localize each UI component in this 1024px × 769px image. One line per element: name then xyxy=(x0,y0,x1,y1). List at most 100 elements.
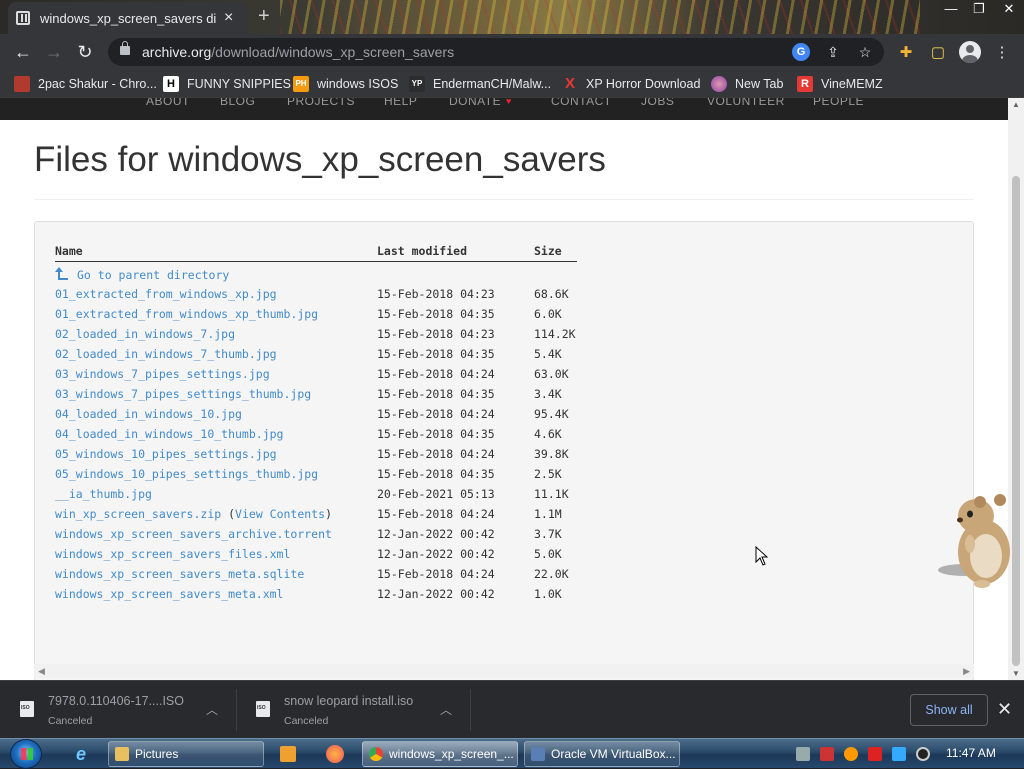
file-link[interactable]: 05_windows_10_pipes_settings.jpg xyxy=(55,447,277,461)
file-link[interactable]: windows_xp_screen_savers_files.xml xyxy=(55,547,290,561)
nav-jobs[interactable]: JOBS xyxy=(641,98,674,108)
taskbar-button-pictures[interactable]: Pictures xyxy=(108,741,264,767)
scroll-down-icon[interactable]: ▼ xyxy=(1012,669,1020,678)
bookmark-endermanch[interactable]: YP EndermanCH/Malw... xyxy=(409,74,551,94)
share-icon[interactable]: ⇪ xyxy=(824,43,842,61)
nav-contact[interactable]: CONTACT xyxy=(551,98,612,108)
media-player-icon[interactable] xyxy=(280,746,296,762)
file-link[interactable]: 03_windows_7_pipes_settings.jpg xyxy=(55,367,270,381)
tray-icon[interactable] xyxy=(820,747,834,761)
tab-strip: windows_xp_screen_savers directory × + —… xyxy=(0,0,1024,34)
scroll-left-icon[interactable]: ◀ xyxy=(38,666,45,677)
tab-close-icon[interactable]: × xyxy=(224,9,233,27)
file-link[interactable]: windows_xp_screen_savers_meta.xml xyxy=(55,587,283,601)
nav-about[interactable]: ABOUT xyxy=(146,98,190,108)
bookmark-new-tab[interactable]: New Tab xyxy=(711,74,783,94)
menu-kebab-icon[interactable]: ⋮ xyxy=(992,43,1012,63)
tray-icon[interactable] xyxy=(844,747,858,761)
column-modified-header[interactable]: Last modified xyxy=(377,244,467,258)
flag-icon[interactable] xyxy=(868,747,882,761)
site-top-nav: ABOUT BLOG PROJECTS HELP DONATE ♥ CONTAC… xyxy=(0,98,1008,120)
download-item[interactable]: 7978.0.110406-17....ISO Canceled ︿ xyxy=(0,681,236,739)
file-modified-cell: 12-Jan-2022 00:42 xyxy=(377,547,495,561)
app-icon[interactable] xyxy=(326,745,344,763)
scrollbar-thumb[interactable] xyxy=(1012,176,1020,666)
nav-volunteer[interactable]: VOLUNTEER xyxy=(707,98,785,108)
restore-icon[interactable]: ❐ xyxy=(964,0,994,20)
bookmark-vinememz[interactable]: R VineMEMZ xyxy=(797,74,883,94)
close-downloads-bar-icon[interactable]: ✕ xyxy=(997,699,1012,720)
show-all-downloads-button[interactable]: Show all xyxy=(910,694,988,726)
profile-avatar-icon[interactable] xyxy=(959,41,981,63)
minimize-icon[interactable]: — xyxy=(936,0,966,20)
google-lens-icon[interactable]: G xyxy=(792,43,810,61)
file-modified-cell: 15-Feb-2018 04:23 xyxy=(377,287,495,301)
tab-active[interactable]: windows_xp_screen_savers directory × xyxy=(8,2,248,34)
file-name-cell: win_xp_screen_savers.zip (View Contents) xyxy=(55,507,332,521)
nav-projects[interactable]: PROJECTS xyxy=(287,98,355,108)
tray-icon[interactable] xyxy=(796,747,810,761)
bookmarks-bar: 2pac Shakur - Chro... H FUNNY SNIPPIES P… xyxy=(0,70,1024,98)
scroll-up-icon[interactable]: ▲ xyxy=(1012,100,1020,109)
file-row: windows_xp_screen_savers_meta.sqlite 15-F… xyxy=(55,564,577,584)
download-item[interactable]: snow leopard install.iso Canceled ︿ xyxy=(236,681,470,739)
nav-donate[interactable]: DONATE xyxy=(449,98,501,108)
file-modified-cell: 15-Feb-2018 04:23 xyxy=(377,327,495,341)
parent-directory-link[interactable]: Go to parent directory xyxy=(77,268,229,282)
file-link[interactable]: 02_loaded_in_windows_7.jpg xyxy=(55,327,235,341)
bookmark-funny-snippies[interactable]: H FUNNY SNIPPIES xyxy=(163,74,291,94)
file-link[interactable]: 05_windows_10_pipes_settings_thumb.jpg xyxy=(55,467,318,481)
taskbar-button-virtualbox[interactable]: Oracle VM VirtualBox... xyxy=(524,741,680,767)
taskbar-button-chrome[interactable]: windows_xp_screen_... xyxy=(362,741,518,767)
file-link[interactable]: __ia_thumb.jpg xyxy=(55,487,152,501)
view-contents-link[interactable]: View Contents xyxy=(235,507,325,521)
close-window-icon[interactable]: ✕ xyxy=(994,0,1024,20)
column-size-header[interactable]: Size xyxy=(534,244,562,258)
file-link[interactable]: win_xp_screen_savers.zip xyxy=(55,507,221,521)
taskbar-clock[interactable]: 11:47 AM xyxy=(946,746,996,760)
file-link[interactable]: 03_windows_7_pipes_settings_thumb.jpg xyxy=(55,387,311,401)
address-bar[interactable]: archive.org/download/windows_xp_screen_s… xyxy=(108,38,884,66)
volume-icon[interactable] xyxy=(916,747,930,761)
internet-explorer-icon[interactable]: e xyxy=(70,744,92,764)
nav-blog[interactable]: BLOG xyxy=(220,98,255,108)
start-button[interactable] xyxy=(10,739,42,769)
bookmark-windows-isos[interactable]: PH windows ISOS xyxy=(293,74,398,94)
nav-help[interactable]: HELP xyxy=(384,98,417,108)
scroll-right-icon[interactable]: ▶ xyxy=(963,666,970,677)
file-link[interactable]: windows_xp_screen_savers_archive.torrent xyxy=(55,527,332,541)
reload-icon[interactable]: ↻ xyxy=(74,42,96,64)
network-icon[interactable] xyxy=(892,747,906,761)
file-link[interactable]: windows_xp_screen_savers_meta.sqlite xyxy=(55,567,304,581)
h-favicon-icon: H xyxy=(163,76,179,92)
bookmark-2pac[interactable]: 2pac Shakur - Chro... xyxy=(14,74,157,94)
file-name-cell: windows_xp_screen_savers_meta.xml xyxy=(55,587,283,601)
extensions-puzzle-icon[interactable]: ✚ xyxy=(896,43,916,63)
forward-icon[interactable]: → xyxy=(43,42,65,64)
globe-favicon-icon xyxy=(711,76,727,92)
paren: ) xyxy=(325,507,332,521)
nav-people[interactable]: PEOPLE xyxy=(813,98,864,108)
file-row: 01_extracted_from_windows_xp.jpg 15-Feb-2… xyxy=(55,284,577,304)
iso-file-icon xyxy=(256,701,270,717)
file-link[interactable]: 02_loaded_in_windows_7_thumb.jpg xyxy=(55,347,277,361)
bookmark-label: VineMEMZ xyxy=(821,77,883,91)
horizontal-scrollbar[interactable]: ◀ ▶ xyxy=(34,664,974,678)
file-link[interactable]: 04_loaded_in_windows_10.jpg xyxy=(55,407,242,421)
bookmark-star-icon[interactable]: ☆ xyxy=(856,43,874,61)
column-name-header[interactable]: Name xyxy=(55,244,83,258)
virtualbox-icon xyxy=(531,747,545,761)
file-link[interactable]: 01_extracted_from_windows_xp.jpg xyxy=(55,287,277,301)
back-icon[interactable]: ← xyxy=(12,42,34,64)
chevron-up-icon[interactable]: ︿ xyxy=(206,701,218,718)
url-text[interactable]: archive.org/download/windows_xp_screen_s… xyxy=(142,44,454,60)
hamster-desktop-pet-icon[interactable] xyxy=(936,490,1022,590)
file-link[interactable]: 04_loaded_in_windows_10_thumb.jpg xyxy=(55,427,283,441)
chevron-up-icon[interactable]: ︿ xyxy=(440,701,452,718)
side-panel-icon[interactable]: ▢ xyxy=(928,43,948,63)
mouse-cursor-icon xyxy=(755,546,769,566)
new-tab-button[interactable]: + xyxy=(258,5,270,28)
vertical-scrollbar[interactable]: ▲ ▼ xyxy=(1008,98,1024,680)
file-link[interactable]: 01_extracted_from_windows_xp_thumb.jpg xyxy=(55,307,318,321)
bookmark-xp-horror[interactable]: X XP Horror Download xyxy=(562,74,700,94)
